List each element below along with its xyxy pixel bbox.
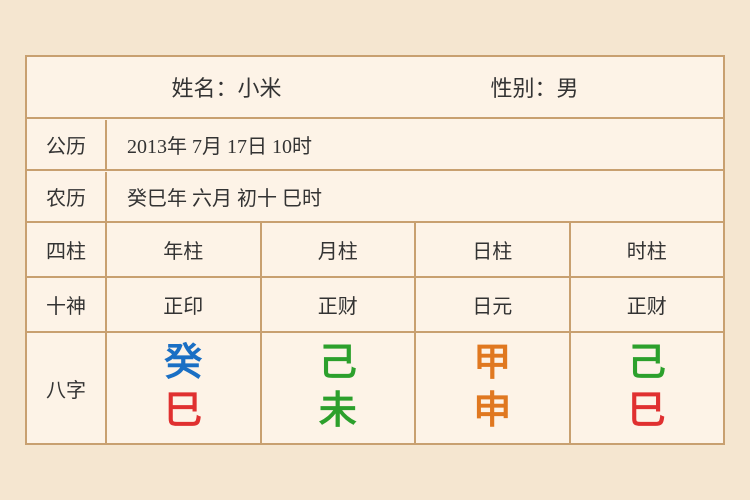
header-row: 姓名：小米 性别：男 xyxy=(27,57,723,119)
sizhu-label: 四柱 xyxy=(27,223,107,276)
shishen-day: 日元 xyxy=(416,278,571,331)
bazi-row: 八字 癸 巳 己 未 甲 申 己 巳 xyxy=(27,333,723,443)
solar-label: 公历 xyxy=(27,120,107,169)
lunar-row: 农历 癸巳年 六月 初十 巳时 xyxy=(27,171,723,223)
solar-row: 公历 2013年 7月 17日 10时 xyxy=(27,119,723,171)
bazi-label: 八字 xyxy=(27,333,107,443)
sizhu-month: 月柱 xyxy=(262,223,417,276)
bazi-col-0: 癸 巳 xyxy=(107,333,262,443)
shishen-year: 正印 xyxy=(107,278,262,331)
bazi-col-1: 己 未 xyxy=(262,333,417,443)
lunar-value: 癸巳年 六月 初十 巳时 xyxy=(107,172,723,221)
sizhu-hour: 时柱 xyxy=(571,223,724,276)
bazi-col3-top: 己 xyxy=(628,343,666,385)
main-container: 姓名：小米 性别：男 公历 2013年 7月 17日 10时 农历 癸巳年 六月… xyxy=(25,55,725,445)
solar-value: 2013年 7月 17日 10时 xyxy=(107,120,723,169)
bazi-col1-top: 己 xyxy=(319,343,357,385)
sizhu-day: 日柱 xyxy=(416,223,571,276)
shishen-hour: 正财 xyxy=(571,278,724,331)
bazi-col3-bottom: 巳 xyxy=(628,391,666,433)
name-label: 姓名：小米 xyxy=(171,71,281,103)
bazi-col0-top: 癸 xyxy=(164,343,202,385)
sizhu-year: 年柱 xyxy=(107,223,262,276)
gender-label: 性别：男 xyxy=(490,71,578,103)
lunar-label: 农历 xyxy=(27,172,107,221)
shishen-label: 十神 xyxy=(27,278,107,331)
bazi-col-3: 己 巳 xyxy=(571,333,724,443)
shishen-month: 正财 xyxy=(262,278,417,331)
bazi-col2-bottom: 申 xyxy=(473,391,511,433)
bazi-col-2: 甲 申 xyxy=(416,333,571,443)
bazi-col2-top: 甲 xyxy=(473,343,511,385)
sizhu-row: 四柱 年柱 月柱 日柱 时柱 xyxy=(27,223,723,278)
shishen-row: 十神 正印 正财 日元 正财 xyxy=(27,278,723,333)
bazi-col1-bottom: 未 xyxy=(319,391,357,433)
bazi-col0-bottom: 巳 xyxy=(164,391,202,433)
